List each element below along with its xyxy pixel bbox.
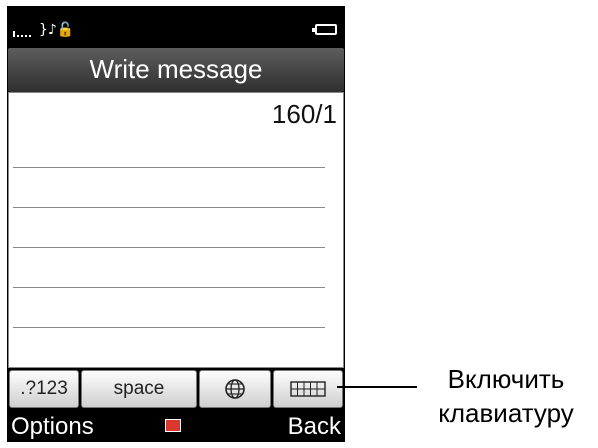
globe-icon	[225, 379, 245, 399]
options-softkey[interactable]: Options	[11, 413, 94, 441]
language-key[interactable]	[199, 370, 271, 408]
text-line	[13, 207, 325, 208]
title-bar: Write message	[8, 48, 344, 92]
text-line	[13, 287, 325, 288]
char-counter: 160/1	[271, 99, 337, 129]
status-bar: }♪🔓	[7, 6, 345, 46]
callout-line-2: клавиатуру	[438, 398, 574, 428]
text-line	[13, 167, 325, 168]
symbols-key[interactable]: .?123	[9, 370, 79, 408]
text-line	[13, 327, 325, 328]
bluetooth-icon: }	[39, 22, 48, 38]
signal-strength-icon	[13, 31, 35, 37]
music-note-icon: ♪	[47, 22, 57, 38]
text-line	[13, 247, 325, 248]
space-key[interactable]: space	[81, 370, 197, 408]
softkey-bar: Options Back	[7, 410, 345, 442]
back-softkey[interactable]: Back	[288, 413, 341, 441]
page-title: Write message	[89, 54, 263, 84]
message-envelope-icon	[165, 419, 181, 432]
keypad-key[interactable]	[273, 370, 343, 408]
callout-pointer	[337, 386, 417, 388]
keypad-grid-icon	[290, 381, 326, 397]
battery-icon	[312, 24, 337, 35]
callout-text: Включить клавиатуру	[420, 362, 592, 430]
message-editor[interactable]: 160/1	[8, 92, 344, 368]
phone-screen: }♪🔓 Write message 160/1 .?123 space Opti…	[7, 6, 345, 442]
keylock-icon: 🔓	[56, 22, 75, 38]
input-toolbar: .?123 space	[7, 368, 345, 410]
callout-line-1: Включить	[447, 364, 565, 394]
